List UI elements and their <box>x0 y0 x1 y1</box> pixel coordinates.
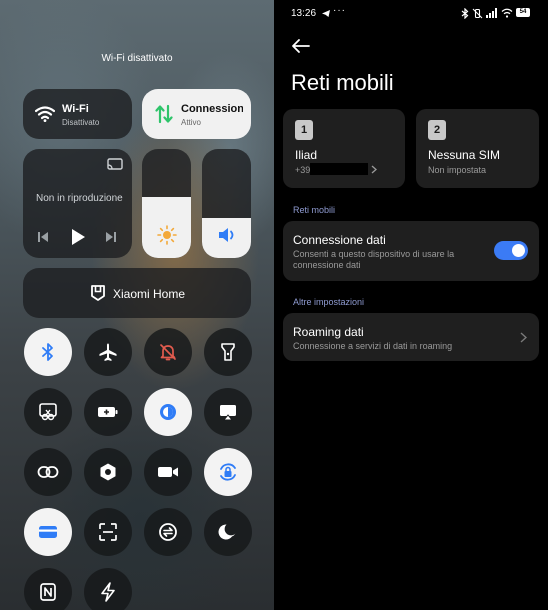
scanner-toggle[interactable] <box>84 508 132 556</box>
cast-icon[interactable] <box>107 158 123 171</box>
nfc-icon <box>40 583 56 601</box>
rotation-lock-icon <box>220 463 236 481</box>
cast-screen-toggle[interactable] <box>204 388 252 436</box>
bluetooth-icon <box>42 343 53 361</box>
play-icon[interactable] <box>70 228 86 246</box>
link-toggle[interactable] <box>24 448 72 496</box>
flashlight-icon <box>221 343 235 361</box>
airplane-toggle[interactable] <box>84 328 132 376</box>
flashlight-toggle[interactable] <box>204 328 252 376</box>
status-time: 13:26 <box>291 8 317 19</box>
redacted-number-bar <box>310 163 368 175</box>
wifi-tile-title: Wi-Fi <box>62 103 89 115</box>
back-arrow-icon[interactable] <box>291 38 311 54</box>
data-connection-title: Connessione dati <box>293 233 386 247</box>
data-connection-row[interactable]: Connessione dati Consenti a questo dispo… <box>283 221 539 281</box>
xiaomi-home-icon <box>91 285 105 301</box>
sim-card-1[interactable]: 1 Iliad +39 <box>283 109 405 188</box>
data-connection-desc: Consenti a questo dispositivo di usare l… <box>293 249 455 270</box>
reading-mode-icon <box>160 404 176 420</box>
screenshot-icon <box>39 403 57 421</box>
wifi-status-banner: Wi-Fi disattivato <box>101 53 173 64</box>
bell-muted-icon <box>160 344 176 361</box>
battery-saver-icon <box>98 407 118 417</box>
data-tile-title: Connessione dati <box>181 103 243 115</box>
xiaomi-home-tile[interactable]: Xiaomi Home <box>23 268 251 318</box>
brightness-slider[interactable] <box>142 149 191 258</box>
sim-slot-badge: 1 <box>295 120 313 140</box>
roaming-title: Roaming dati <box>293 325 364 339</box>
media-status: Non in riproduzione <box>36 193 123 204</box>
sim-name: Iliad <box>295 148 318 162</box>
section-label-mobile: Reti mobili <box>293 205 336 215</box>
page-title: Reti mobili <box>291 70 394 95</box>
speaker-icon <box>219 228 234 242</box>
cast-screen-icon <box>220 405 236 421</box>
sim-card-2[interactable]: 2 Nessuna SIM Non impostata <box>416 109 539 188</box>
wallet-toggle[interactable] <box>24 508 72 556</box>
screenshot-toggle[interactable] <box>24 388 72 436</box>
wifi-icon <box>35 106 55 122</box>
chevron-right-icon <box>371 165 377 174</box>
battery-saver-toggle[interactable] <box>84 388 132 436</box>
sim-name: Nessuna SIM <box>428 148 501 162</box>
moon-icon <box>218 524 236 540</box>
switch-knob <box>512 244 525 257</box>
settings-hex-icon <box>100 463 116 481</box>
previous-track-icon[interactable] <box>37 231 49 243</box>
sync-toggle[interactable] <box>144 508 192 556</box>
performance-toggle[interactable] <box>84 568 132 610</box>
video-recorder-toggle[interactable] <box>144 448 192 496</box>
mobile-networks-settings: 13:26 ··· 54 Reti mobili 1 Iliad +39 2 N… <box>274 0 548 610</box>
data-connection-tile[interactable]: Connessione dati Attivo <box>142 89 251 139</box>
more-notifications-icon: ··· <box>333 5 346 16</box>
status-bluetooth-icon <box>461 8 469 19</box>
link-icon <box>37 466 59 478</box>
next-track-icon[interactable] <box>105 231 117 243</box>
signal-icon <box>486 8 497 18</box>
status-wifi-icon <box>501 8 513 18</box>
nfc-toggle[interactable] <box>24 568 72 610</box>
reading-mode-toggle[interactable] <box>144 388 192 436</box>
control-center: Wi-Fi disattivato Wi-Fi Disattivato Conn… <box>0 0 274 610</box>
data-connection-switch[interactable] <box>494 241 528 260</box>
data-transfer-icon <box>155 104 173 124</box>
settings-hex-toggle[interactable] <box>84 448 132 496</box>
roaming-row[interactable]: Roaming dati Connessione a servizi di da… <box>283 313 539 361</box>
telegram-icon <box>322 10 330 17</box>
wifi-tile[interactable]: Wi-Fi Disattivato <box>23 89 132 139</box>
airplane-icon <box>99 343 117 361</box>
wifi-tile-subtitle: Disattivato <box>62 118 100 127</box>
sync-icon <box>159 523 177 541</box>
vibrate-off-icon <box>472 8 483 19</box>
chevron-right-icon <box>520 332 527 343</box>
battery-indicator: 54 <box>516 8 530 17</box>
sim-number: +39 <box>295 165 311 175</box>
dark-mode-toggle[interactable] <box>204 508 252 556</box>
bluetooth-toggle[interactable] <box>24 328 72 376</box>
data-tile-subtitle: Attivo <box>181 118 202 127</box>
xiaomi-home-label: Xiaomi Home <box>113 287 186 301</box>
sun-icon <box>157 225 177 245</box>
section-label-other: Altre impostazioni <box>293 297 365 307</box>
sim-slot-badge: 2 <box>428 120 446 140</box>
media-player-tile: Non in riproduzione <box>23 149 132 258</box>
video-camera-icon <box>158 467 178 477</box>
volume-slider[interactable] <box>202 149 251 258</box>
lightning-icon <box>101 582 115 602</box>
rotation-lock-toggle[interactable] <box>204 448 252 496</box>
silent-toggle[interactable] <box>144 328 192 376</box>
roaming-desc: Connessione a servizi di dati in roaming <box>293 341 453 351</box>
card-icon <box>39 526 57 538</box>
scanner-icon <box>99 523 117 541</box>
sim-status: Non impostata <box>428 165 487 175</box>
